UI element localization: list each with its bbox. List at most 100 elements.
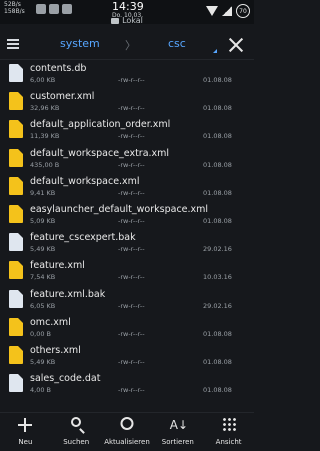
- file-date: 01.08.08: [203, 160, 232, 169]
- xml-file-icon: [9, 92, 23, 111]
- breadcrumb-csc[interactable]: csc: [168, 37, 186, 50]
- file-name: omc.xml: [30, 316, 71, 328]
- xml-file-icon: [9, 345, 23, 364]
- file-permissions: -rw-r--r--: [118, 104, 145, 113]
- file-row[interactable]: sales_code.dat 4,00 B -rw-r--r-- 01.08.08: [0, 370, 254, 398]
- sort-label: Sortieren: [161, 438, 194, 446]
- close-icon[interactable]: [228, 37, 244, 53]
- file-row[interactable]: easylauncher_default_workspace.xml 5,09 K…: [0, 201, 254, 229]
- file-permissions: -rw-r--r--: [118, 329, 145, 338]
- wifi-icon: [206, 6, 218, 16]
- signal-icon: [222, 6, 232, 16]
- file-permissions: -rw-r--r--: [118, 301, 145, 310]
- breadcrumb-system[interactable]: system: [60, 37, 100, 50]
- file-permissions: -rw-r--r--: [118, 273, 145, 282]
- file-name: default_application_order.xml: [30, 119, 171, 131]
- file-name: default_workspace_extra.xml: [30, 147, 170, 159]
- location-label: Lokal: [0, 16, 254, 25]
- search-label: Suchen: [63, 438, 90, 446]
- file-date: 01.08.08: [203, 216, 232, 225]
- file-name: default_workspace.xml: [30, 175, 140, 187]
- grid-view-icon: [221, 417, 236, 431]
- file-row[interactable]: contents.db 6,00 KB -rw-r--r-- 01.08.08: [0, 60, 254, 88]
- file-row[interactable]: feature.xml.bak 6,05 KB -rw-r--r-- 29.02.16: [0, 286, 254, 314]
- sort-button[interactable]: A↓ Sortieren: [152, 413, 203, 451]
- file-date: 01.08.08: [203, 386, 232, 395]
- file-size: 435,00 B: [30, 160, 60, 169]
- sort-icon: A↓: [169, 418, 189, 432]
- document-file-icon: [9, 374, 23, 393]
- bottom-toolbar: Neu Suchen Aktualisieren A↓ Sortieren An…: [0, 412, 254, 451]
- file-permissions: -rw-r--r--: [118, 132, 145, 141]
- file-size: 5,49 KB: [30, 245, 56, 254]
- file-name: feature_cscexpert.bak: [30, 232, 136, 244]
- file-row[interactable]: feature.xml 7,54 KB -rw-r--r-- 10.03.16: [0, 257, 254, 285]
- file-name: feature.xml: [30, 260, 85, 272]
- file-row[interactable]: default_workspace_extra.xml 435,00 B -rw-r…: [0, 145, 254, 173]
- file-row[interactable]: feature_cscexpert.bak 5,49 KB -rw-r--r-- 29…: [0, 229, 254, 257]
- file-date: 01.08.08: [203, 329, 232, 338]
- view-label: Ansicht: [215, 438, 242, 446]
- file-size: 4,00 B: [30, 386, 51, 395]
- file-size: 9,41 KB: [30, 188, 56, 197]
- search-button[interactable]: Suchen: [51, 413, 102, 451]
- xml-file-icon: [9, 204, 23, 223]
- download-speed: 158B/s: [4, 8, 25, 15]
- document-file-icon: [9, 64, 23, 82]
- file-row[interactable]: default_application_order.xml 11,39 KB -rw…: [0, 116, 254, 144]
- file-permissions: -rw-r--r--: [118, 386, 145, 395]
- file-size: 6,05 KB: [30, 301, 56, 310]
- network-speed: 52B/s 158B/s: [4, 1, 25, 15]
- breadcrumb-dropdown-icon[interactable]: [213, 49, 217, 53]
- file-date: 01.08.08: [203, 188, 232, 197]
- file-permissions: -rw-r--r--: [118, 160, 145, 169]
- file-permissions: -rw-r--r--: [118, 76, 145, 84]
- file-size: 32,96 KB: [30, 104, 60, 113]
- file-row[interactable]: customer.xml 32,96 KB -rw-r--r-- 01.08.08: [0, 88, 254, 116]
- file-date: 29.02.16: [203, 245, 232, 254]
- menu-icon[interactable]: [7, 39, 19, 49]
- plus-icon: [17, 417, 33, 433]
- file-name: others.xml: [30, 344, 81, 356]
- document-file-icon: [9, 289, 23, 308]
- refresh-button[interactable]: Aktualisieren: [102, 413, 153, 451]
- file-size: 11,39 KB: [30, 132, 60, 141]
- toolbar: system 〉 csc: [0, 31, 254, 60]
- file-permissions: -rw-r--r--: [118, 216, 145, 225]
- file-size: 0,00 B: [30, 329, 51, 338]
- file-name: feature.xml.bak: [30, 288, 106, 300]
- file-date: 01.08.08: [203, 76, 232, 84]
- file-row[interactable]: omc.xml 0,00 B -rw-r--r-- 01.08.08: [0, 314, 254, 342]
- upload-speed: 52B/s: [4, 1, 21, 8]
- file-list: contents.db 6,00 KB -rw-r--r-- 01.08.08 cust…: [0, 60, 254, 398]
- refresh-label: Aktualisieren: [104, 438, 150, 446]
- file-row[interactable]: others.xml 5,49 KB -rw-r--r-- 01.08.08: [0, 342, 254, 370]
- file-permissions: -rw-r--r--: [118, 357, 145, 366]
- xml-file-icon: [9, 120, 23, 139]
- file-row[interactable]: default_workspace.xml 9,41 KB -rw-r--r-- 01…: [0, 173, 254, 201]
- new-button[interactable]: Neu: [0, 413, 51, 451]
- file-date: 29.02.16: [203, 301, 232, 310]
- file-permissions: -rw-r--r--: [118, 188, 145, 197]
- xml-file-icon: [9, 317, 23, 336]
- file-size: 6,00 KB: [30, 76, 56, 84]
- breadcrumb-separator: 〉: [125, 39, 136, 52]
- file-permissions: -rw-r--r--: [118, 245, 145, 254]
- file-size: 7,54 KB: [30, 273, 56, 282]
- refresh-icon: [120, 417, 134, 430]
- view-button[interactable]: Ansicht: [203, 413, 254, 451]
- photo-icon: [36, 4, 46, 14]
- xml-file-icon: [9, 261, 23, 280]
- document-file-icon: [9, 233, 23, 252]
- folder-icon: [111, 18, 120, 24]
- search-icon: [71, 417, 82, 427]
- file-name: easylauncher_default_workspace.xml: [30, 203, 209, 215]
- notification-icons: [36, 4, 72, 14]
- file-name: customer.xml: [30, 91, 95, 103]
- lock-icon: [49, 4, 59, 14]
- file-size: 5,09 KB: [30, 216, 56, 225]
- xml-file-icon: [9, 176, 23, 195]
- file-name: sales_code.dat: [30, 373, 101, 385]
- file-date: 01.08.08: [203, 104, 232, 113]
- file-date: 01.08.08: [203, 132, 232, 141]
